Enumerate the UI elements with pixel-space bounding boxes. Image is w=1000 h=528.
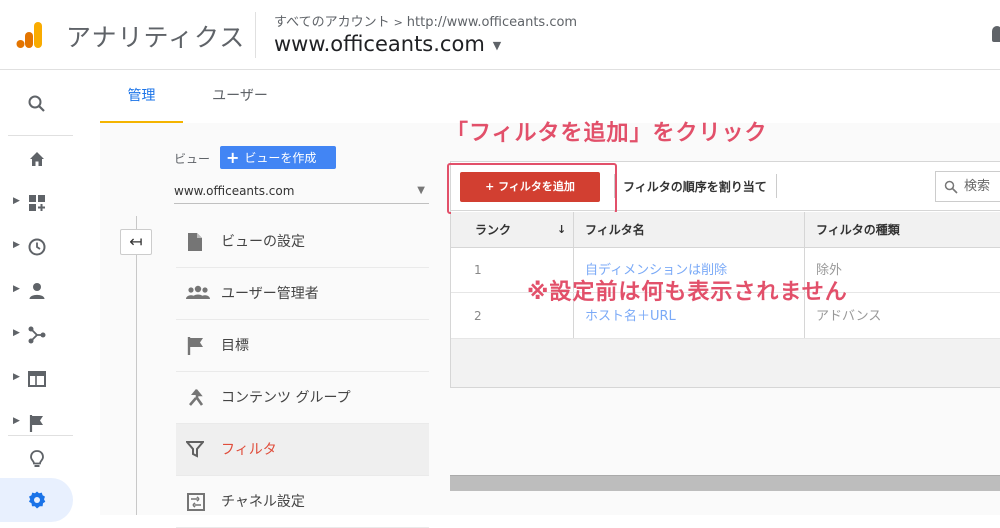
clock-icon [28,238,46,256]
annotation-highlight-box [447,163,617,214]
filter-icon [186,441,204,458]
search-placeholder: 検索 [964,179,991,194]
chevron-right-icon: ▶ [13,284,20,294]
search-icon [28,95,45,112]
caret-down-icon: ▼ [492,38,502,52]
caret-down-icon: ▼ [417,185,425,196]
content-group-icon [189,389,204,406]
annotation-nothing-shown: ※設定前は何も表示されません [527,280,848,305]
person-icon [29,283,45,299]
annotation-click-add-filter: 「フィルタを追加」をクリック [446,121,768,146]
property-selector[interactable]: www.officeants.com ▼ [274,32,501,56]
view-label: ビュー [174,152,211,166]
behavior-icon [28,371,46,387]
document-icon [188,233,202,251]
rail-realtime[interactable]: ▶ [0,224,73,268]
menu-item-channel-settings[interactable]: チャネル設定 [176,476,429,528]
lightbulb-icon [30,450,44,467]
table-footer [451,339,1000,387]
column-header-rank[interactable]: ランク [475,212,511,248]
rail-insights[interactable] [0,436,73,480]
breadcrumb-separator: > [393,16,403,29]
rail-customization[interactable]: ▶ [0,180,73,224]
sort-arrow-icon[interactable]: ↓ [557,212,566,248]
flag-icon [187,337,203,355]
menu-item-view-settings[interactable]: ビューの設定 [176,216,429,268]
chevron-right-icon: ▶ [13,416,20,426]
menu-item-label: コンテンツ グループ [221,390,351,406]
notification-icon[interactable] [992,26,1000,42]
row-rank: 1 [474,263,482,277]
people-icon [186,285,210,299]
menu-item-label: 目標 [221,338,249,354]
row-rank: 2 [474,309,482,323]
chevron-right-icon: ▶ [13,328,20,338]
view-selector[interactable]: www.officeants.com ▼ [174,180,429,204]
analytics-logo-icon[interactable] [16,20,46,50]
tab-user[interactable]: ユーザー [200,70,280,123]
back-arrow-icon[interactable]: ↤ [120,229,152,255]
plus-icon: + [226,148,240,167]
rail-home[interactable] [0,136,73,180]
horizontal-scrollbar[interactable] [450,475,1000,491]
menu-item-label: フィルタ [221,442,277,458]
menu-item-goals[interactable]: 目標 [176,320,429,372]
menu-item-label: チャネル設定 [221,494,305,510]
rail-behavior[interactable]: ▶ [0,356,73,400]
create-view-button[interactable]: + ビューを作成 [220,146,336,169]
breadcrumb-account[interactable]: すべてのアカウント [274,15,390,30]
chevron-right-icon: ▶ [13,196,20,206]
breadcrumb[interactable]: すべてのアカウント > http://www.officeants.com [274,11,577,30]
column-header-filter-type[interactable]: フィルタの種類 [816,212,900,248]
top-bar: アナリティクス すべてのアカウント > http://www.officeants.… [0,0,1000,70]
header-divider [255,12,256,58]
rail-search[interactable] [0,81,73,125]
column-track [136,216,137,515]
tab-admin[interactable]: 管理 [100,70,183,123]
create-view-label: ビューを作成 [244,151,317,165]
chevron-right-icon: ▶ [13,372,20,382]
menu-item-content-grouping[interactable]: コンテンツ グループ [176,372,429,424]
toolbar-divider [614,174,615,198]
menu-item-label: ユーザー管理者 [221,286,319,302]
app-title: アナリティクス [66,23,246,52]
menu-item-filters[interactable]: フィルタ [176,424,429,476]
channel-icon [187,493,205,511]
property-name: www.officeants.com [274,32,485,56]
assign-filter-order-button[interactable]: フィルタの順序を割り当て [623,178,767,195]
left-rail: ▶ ▶ ▶ ▶ ▶ ▶ [0,70,73,522]
gear-icon [29,491,46,509]
dashboard-icon [29,195,45,211]
view-selected-value: www.officeants.com [174,184,295,198]
flag-icon [29,415,43,432]
search-icon [944,180,958,194]
column-header-filter-name[interactable]: フィルタ名 [585,212,645,248]
breadcrumb-property[interactable]: http://www.officeants.com [407,15,577,30]
search-input[interactable]: 検索 [935,171,1000,202]
acquisition-icon [28,326,46,344]
table-header: ランク ↓ フィルタ名 フィルタの種類 [451,212,1000,248]
menu-item-label: ビューの設定 [221,234,305,250]
rail-audience[interactable]: ▶ [0,268,73,312]
chevron-right-icon: ▶ [13,240,20,250]
toolbar-divider [776,174,777,198]
rail-admin[interactable] [0,478,73,522]
rail-acquisition[interactable]: ▶ [0,312,73,356]
home-icon [30,152,44,166]
menu-item-user-management[interactable]: ユーザー管理者 [176,268,429,320]
